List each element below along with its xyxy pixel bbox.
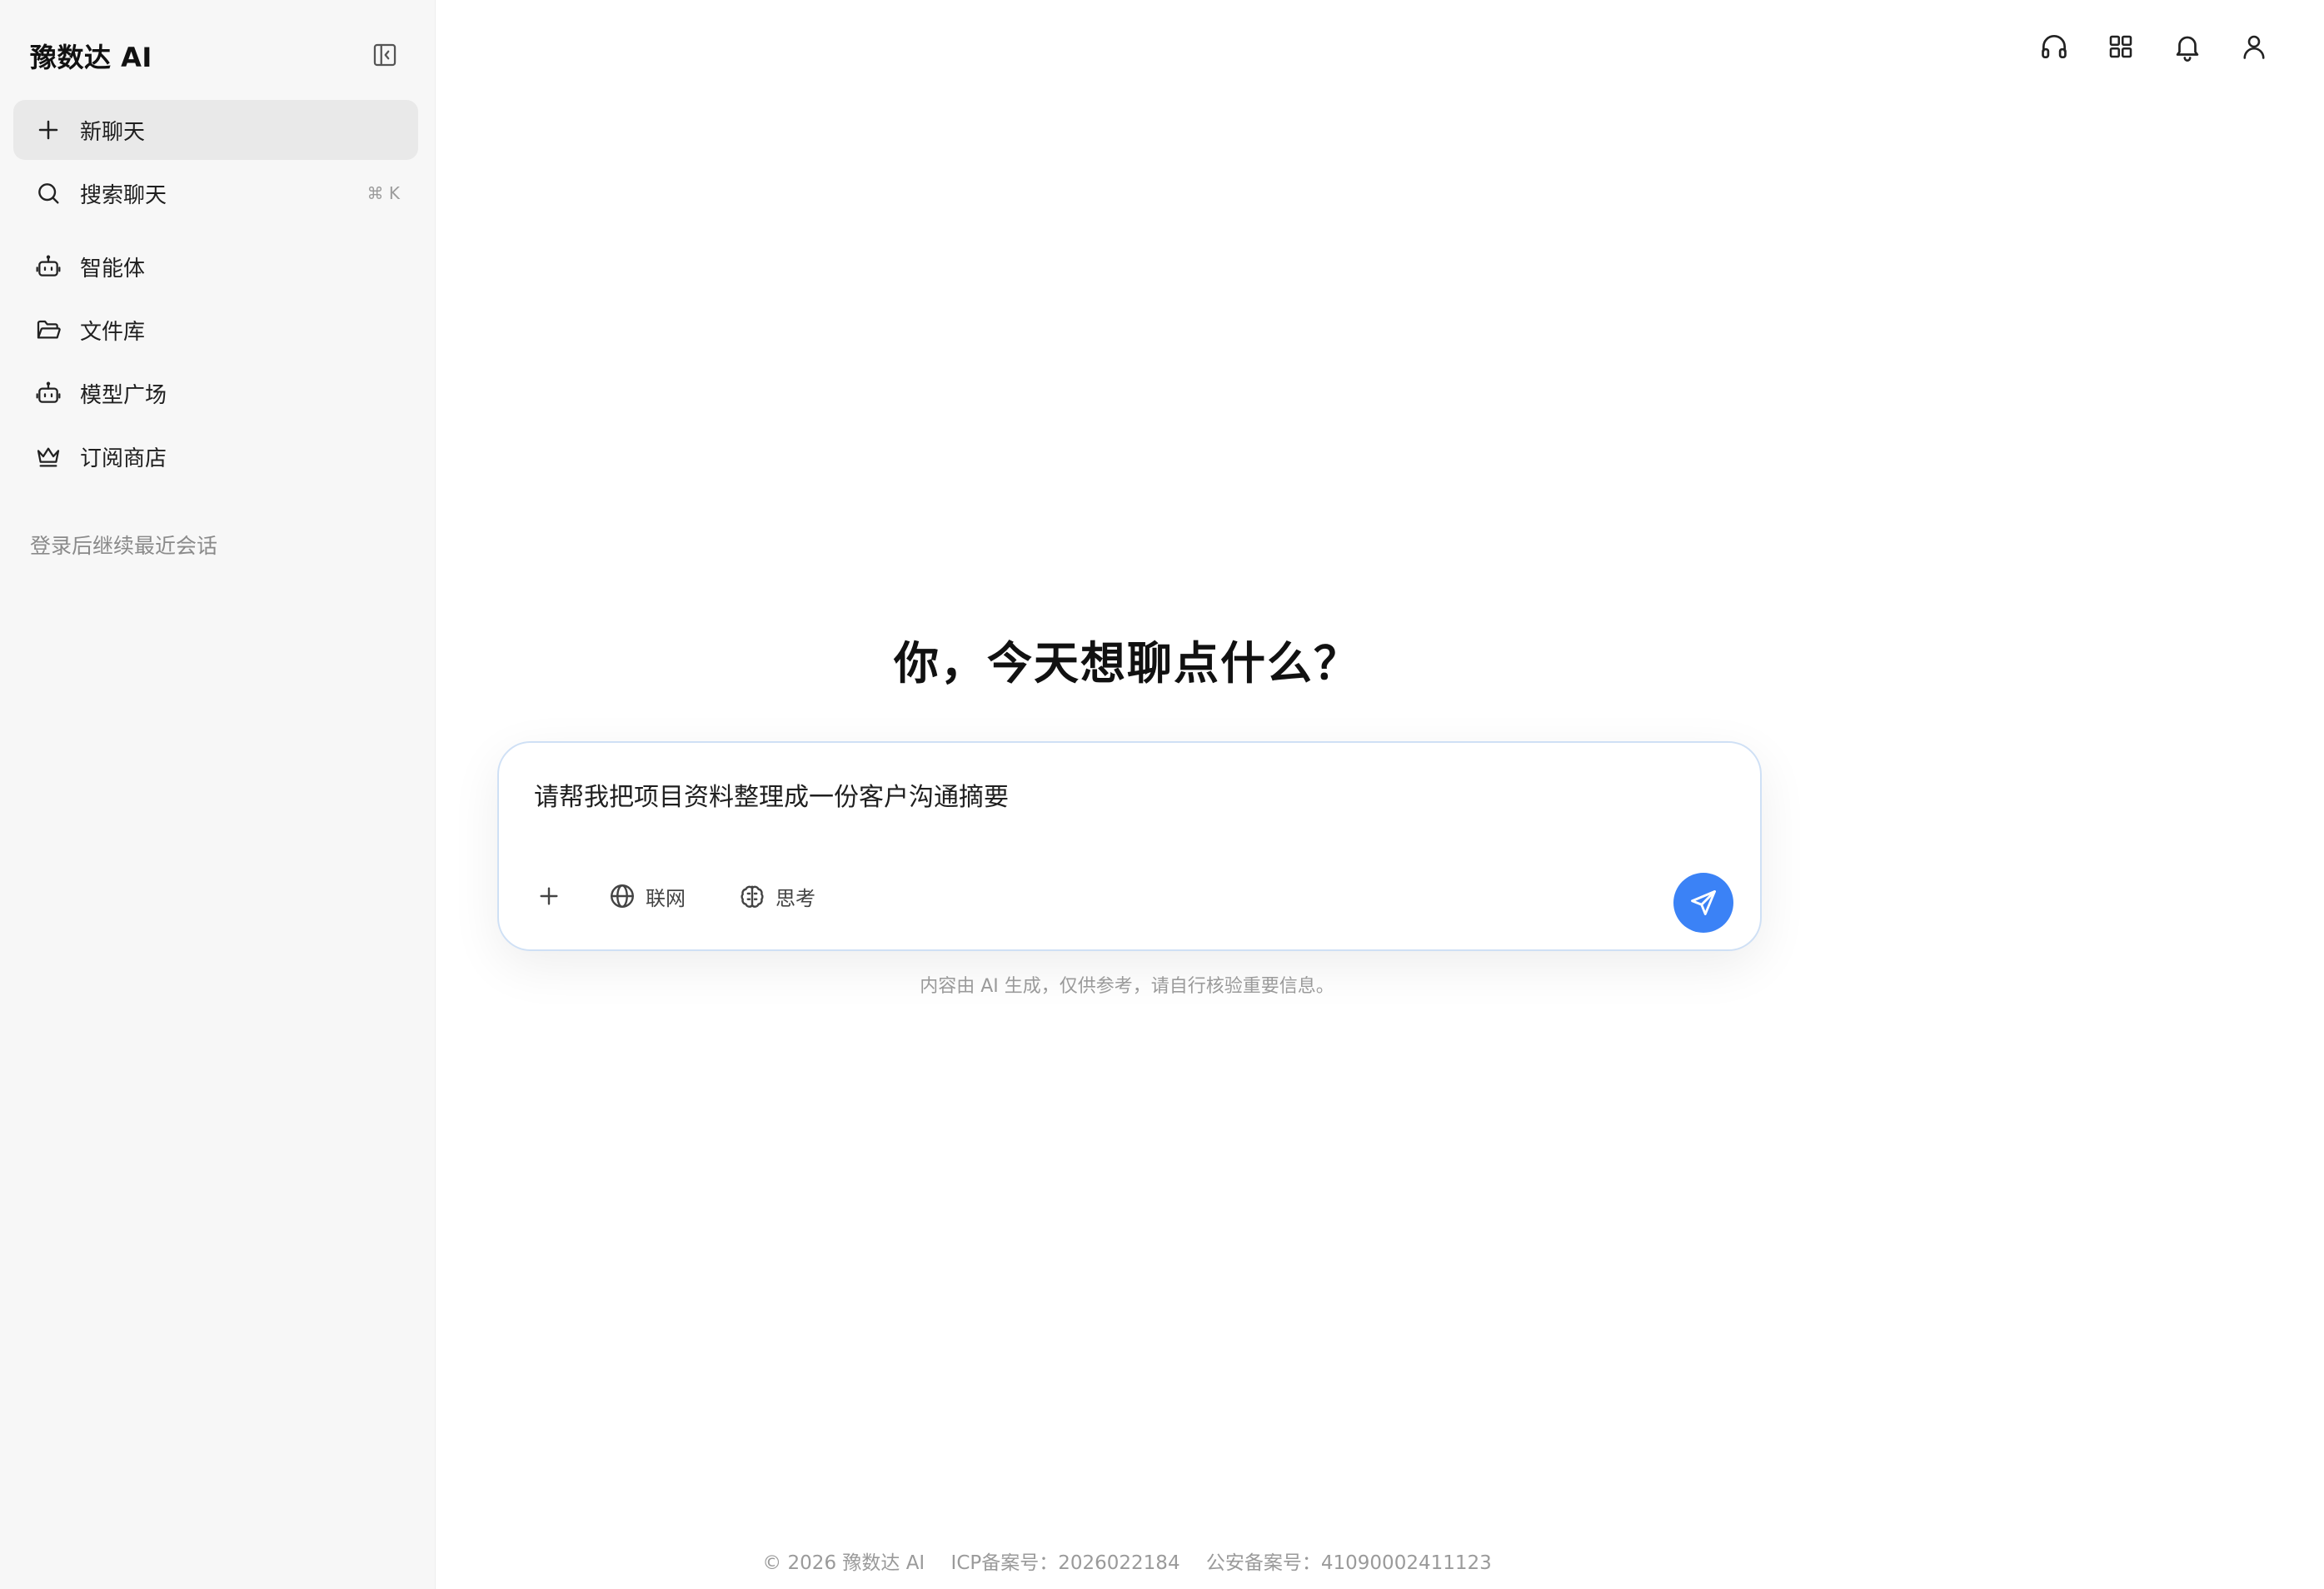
user-icon [2243, 35, 2265, 59]
sidebar-collapse-icon [373, 43, 396, 67]
brand-title: 豫数达 AI [30, 42, 152, 73]
send-button[interactable] [1673, 873, 1733, 933]
support-button[interactable] [2036, 28, 2072, 65]
search-chat-label: 搜索聊天 [80, 182, 167, 208]
chat-composer: 联网 思考 [497, 741, 1762, 951]
deep-think-toggle[interactable]: 思考 [737, 878, 815, 914]
web-search-label: 联网 [646, 886, 686, 910]
folder-icon [32, 313, 65, 346]
search-shortcut-hint: ⌘ K [367, 183, 400, 203]
footer-police-link[interactable]: 公安备案号：41090002411123 [1206, 1552, 1492, 1574]
search-chat-button[interactable]: 搜索聊天 ⌘ K [13, 163, 418, 223]
sidebar-item-models[interactable]: 模型广场 [13, 363, 418, 423]
send-icon [1691, 890, 1716, 915]
apps-button[interactable] [2102, 28, 2139, 65]
brain-icon [741, 885, 764, 908]
robot-icon [32, 250, 65, 283]
deep-think-label: 思考 [775, 886, 815, 910]
crown-icon [32, 440, 65, 473]
attach-button[interactable] [536, 878, 562, 914]
footer-icp-link[interactable]: ICP备案号：2026022184 [951, 1552, 1180, 1574]
sidebar-item-files-label: 文件库 [80, 319, 146, 345]
sidebar-item-agents[interactable]: 智能体 [13, 237, 418, 296]
footer: © 2026 豫数达 AI ICP备案号：2026022184 公安备案号：41… [435, 1547, 1819, 1575]
account-button[interactable] [2236, 28, 2272, 65]
new-chat-button[interactable]: 新聊天 [13, 100, 418, 160]
new-chat-label: 新聊天 [80, 119, 146, 145]
collapse-sidebar-button[interactable] [368, 38, 401, 72]
sidebar-item-files[interactable]: 文件库 [13, 300, 418, 360]
chat-input[interactable] [534, 780, 1725, 809]
sidebar: 豫数达 AI 新聊天 搜索聊天 ⌘ K 智能体 文件库 模型广场 订阅商店 登录… [0, 0, 436, 1589]
sidebar-item-store-label: 订阅商店 [80, 446, 167, 471]
bell-icon [2176, 36, 2199, 62]
headset-icon [2042, 34, 2067, 59]
robot-icon [32, 376, 65, 410]
plus-icon [32, 113, 65, 147]
grid-icon [2109, 35, 2132, 58]
page-title: 你，今天想聊点什么？ [894, 637, 1360, 690]
globe-icon [611, 884, 634, 908]
ai-disclaimer: 内容由 AI 生成，仅供参考，请自行核验重要信息。 [920, 976, 1334, 997]
login-hint: 登录后继续最近会话 [30, 534, 218, 558]
app-root: 豫数达 AI 新聊天 搜索聊天 ⌘ K 智能体 文件库 模型广场 订阅商店 登录… [0, 0, 2324, 1589]
sidebar-item-agents-label: 智能体 [80, 256, 146, 281]
footer-copyright: © 2026 豫数达 AI [762, 1552, 925, 1574]
plus-icon [540, 887, 558, 905]
notifications-button[interactable] [2169, 28, 2206, 65]
web-search-toggle[interactable]: 联网 [607, 878, 686, 914]
sidebar-item-models-label: 模型广场 [80, 382, 167, 408]
sidebar-item-store[interactable]: 订阅商店 [13, 426, 418, 486]
search-icon [32, 177, 65, 210]
